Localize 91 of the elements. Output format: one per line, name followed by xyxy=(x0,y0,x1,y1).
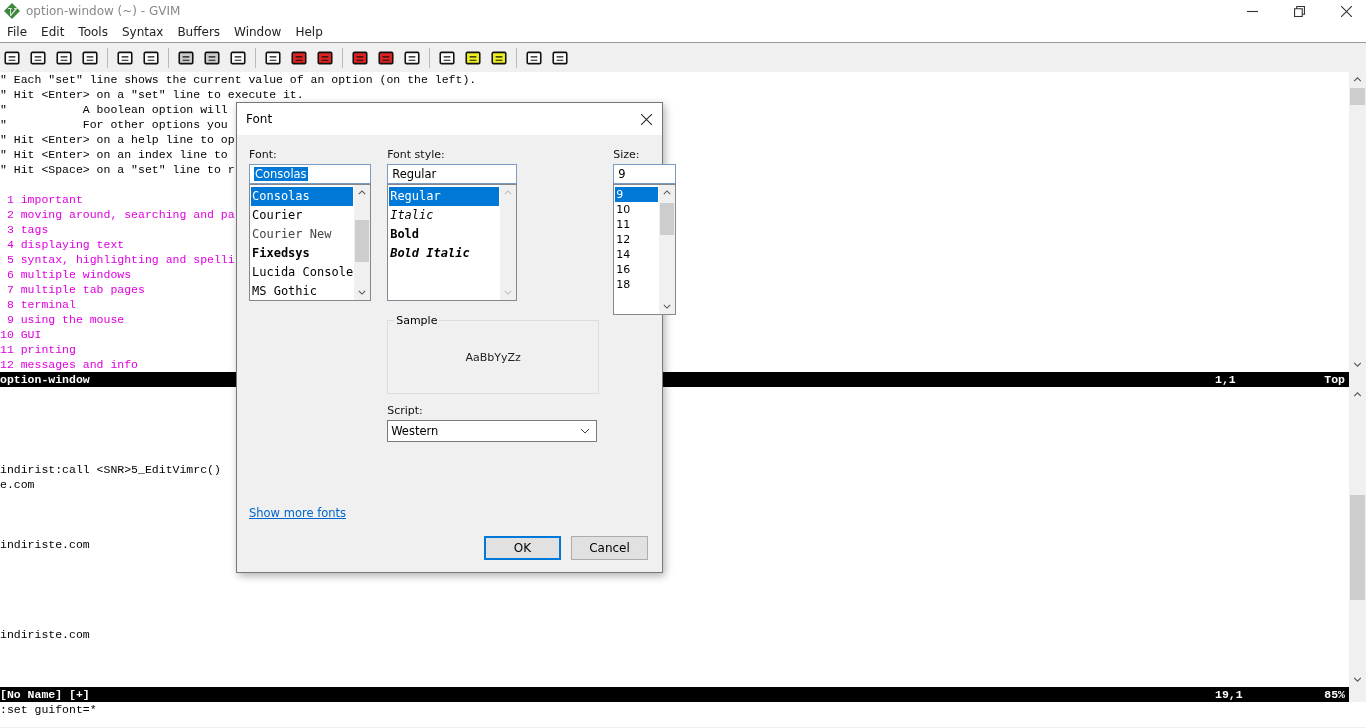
scroll-down-icon[interactable] xyxy=(358,290,367,295)
field-label: Script: xyxy=(387,404,424,419)
font-size-item[interactable]: 11 xyxy=(615,217,659,232)
scroll-up-icon xyxy=(504,190,513,195)
font-size-list[interactable]: 9 10 11 12 14 16 18 xyxy=(613,184,677,315)
code-line: 1 important xyxy=(5,193,83,206)
code-line: indiriste.com xyxy=(0,628,90,641)
font-size-item[interactable]: 10 xyxy=(615,202,659,217)
font-list[interactable]: Consolas Courier Courier New Fixedsys Lucida Console MS Gothic xyxy=(249,184,372,301)
scroll-position: Top xyxy=(1323,372,1346,387)
font-style-list[interactable]: Regular Italic Bold Bold Italic xyxy=(387,184,518,301)
scroll-down-icon xyxy=(504,290,513,295)
font-name-field[interactable]: Consolas xyxy=(249,164,372,184)
menu-item[interactable]: Window xyxy=(227,25,289,39)
scrollbar-thumb[interactable] xyxy=(1350,495,1365,600)
menu-item[interactable]: Buffers xyxy=(170,25,228,39)
close-icon[interactable] xyxy=(641,113,652,125)
field-label: Size: xyxy=(613,148,641,163)
code-line: 7 multiple tab pages xyxy=(5,283,145,296)
status-filename: option-window xyxy=(0,372,91,387)
scroll-down-icon[interactable] xyxy=(663,304,672,309)
font-list-item[interactable]: Consolas xyxy=(251,187,354,206)
close-icon[interactable] xyxy=(1341,5,1352,17)
code-line: 10 GUI xyxy=(0,328,42,341)
font-size-item[interactable]: 14 xyxy=(615,247,659,262)
script-dropdown[interactable]: Western xyxy=(387,420,598,442)
menu-item[interactable]: Syntax xyxy=(114,25,171,39)
dialog-title: Font xyxy=(246,112,273,126)
cancel-button[interactable]: Cancel xyxy=(571,536,648,560)
menu-item[interactable]: Edit xyxy=(34,25,72,39)
font-size-item[interactable]: 12 xyxy=(615,232,659,247)
code-line: 4 displaying text xyxy=(5,238,125,251)
code-line: " For other options you xyxy=(0,118,228,131)
scroll-up-icon[interactable] xyxy=(358,190,367,195)
font-size-item[interactable]: 9 xyxy=(615,187,659,202)
code-line: 9 using the mouse xyxy=(5,313,125,326)
cursor-position: 19,1 xyxy=(1215,687,1244,702)
field-label: Font style: xyxy=(387,148,446,163)
font-list-item[interactable]: Courier xyxy=(251,206,354,225)
font-size-item[interactable]: 18 xyxy=(615,277,659,292)
code-line: " Each "set" line shows the current value of an option (on the left). xyxy=(0,73,477,86)
ok-button[interactable]: OK xyxy=(484,536,561,560)
code-line: " Hit <Enter> on a "set" line to execute it. xyxy=(0,88,304,101)
code-line: 11 printing xyxy=(0,343,76,356)
code-line: 2 moving around, searching and pa xyxy=(5,208,235,221)
scrollbar-thumb[interactable] xyxy=(355,220,370,262)
menu-item[interactable]: Help xyxy=(288,25,330,39)
font-list-item[interactable]: Lucida Console xyxy=(251,263,354,282)
restore-icon[interactable] xyxy=(1294,5,1305,17)
menu-item[interactable]: Tools xyxy=(71,25,115,39)
code-line: " Hit <Enter> on an index line to xyxy=(0,148,228,161)
field-label: Font: xyxy=(249,148,278,163)
code-line: indirist:call <SNR>5_EditVimrc() xyxy=(0,463,221,476)
font-list-item[interactable]: Courier New xyxy=(251,225,354,244)
group-label: Sample xyxy=(394,314,440,327)
font-style-item[interactable]: Bold xyxy=(389,225,500,244)
font-list-item[interactable]: Fixedsys xyxy=(251,244,354,263)
font-size-item[interactable]: 16 xyxy=(615,262,659,277)
scroll-down-icon[interactable] xyxy=(1353,677,1362,682)
scroll-up-icon[interactable] xyxy=(663,190,672,195)
show-more-fonts-link[interactable]: Show more fonts xyxy=(249,506,346,520)
cursor-position: 1,1 xyxy=(1215,372,1237,387)
font-style-item[interactable]: Bold Italic xyxy=(389,244,500,263)
code-line: " Hit <Space> on a "set" line to r xyxy=(0,163,235,176)
code-line: 5 syntax, highlighting and spelli xyxy=(5,253,235,266)
scroll-position: 85% xyxy=(1323,687,1346,702)
scrollbar-thumb[interactable] xyxy=(660,203,675,235)
code-line: 12 messages and info xyxy=(0,358,139,371)
vim-logo-icon xyxy=(4,3,20,19)
font-style-field[interactable]: Regular xyxy=(387,164,518,184)
code-line: " Hit <Enter> on a help line to op xyxy=(0,133,235,146)
font-style-item[interactable]: Italic xyxy=(389,206,500,225)
scroll-up-icon[interactable] xyxy=(1353,77,1362,82)
font-style-item[interactable]: Regular xyxy=(389,187,500,206)
code-line: indiriste.com xyxy=(0,538,90,551)
window-title: option-window (~) - GVIM xyxy=(26,4,181,18)
code-line: 3 tags xyxy=(5,223,49,236)
sample-text: AaBbYyZz xyxy=(465,350,521,364)
scrollbar-thumb[interactable] xyxy=(1350,88,1365,105)
code-line: 8 terminal xyxy=(5,298,76,311)
code-line: e.com xyxy=(0,478,35,491)
status-filename: [No Name] [+] xyxy=(0,687,91,702)
font-list-item[interactable]: MS Gothic xyxy=(251,282,354,300)
code-line: 6 multiple windows xyxy=(5,268,132,281)
font-size-field[interactable]: 9 xyxy=(613,164,677,184)
scroll-up-icon[interactable] xyxy=(1353,392,1362,397)
command-line[interactable]: :set guifont=* xyxy=(0,703,97,716)
chevron-down-icon xyxy=(580,428,591,434)
code-line: " A boolean option will xyxy=(0,103,228,116)
menu-item[interactable]: File xyxy=(0,25,35,39)
scroll-down-icon[interactable] xyxy=(1353,362,1362,367)
